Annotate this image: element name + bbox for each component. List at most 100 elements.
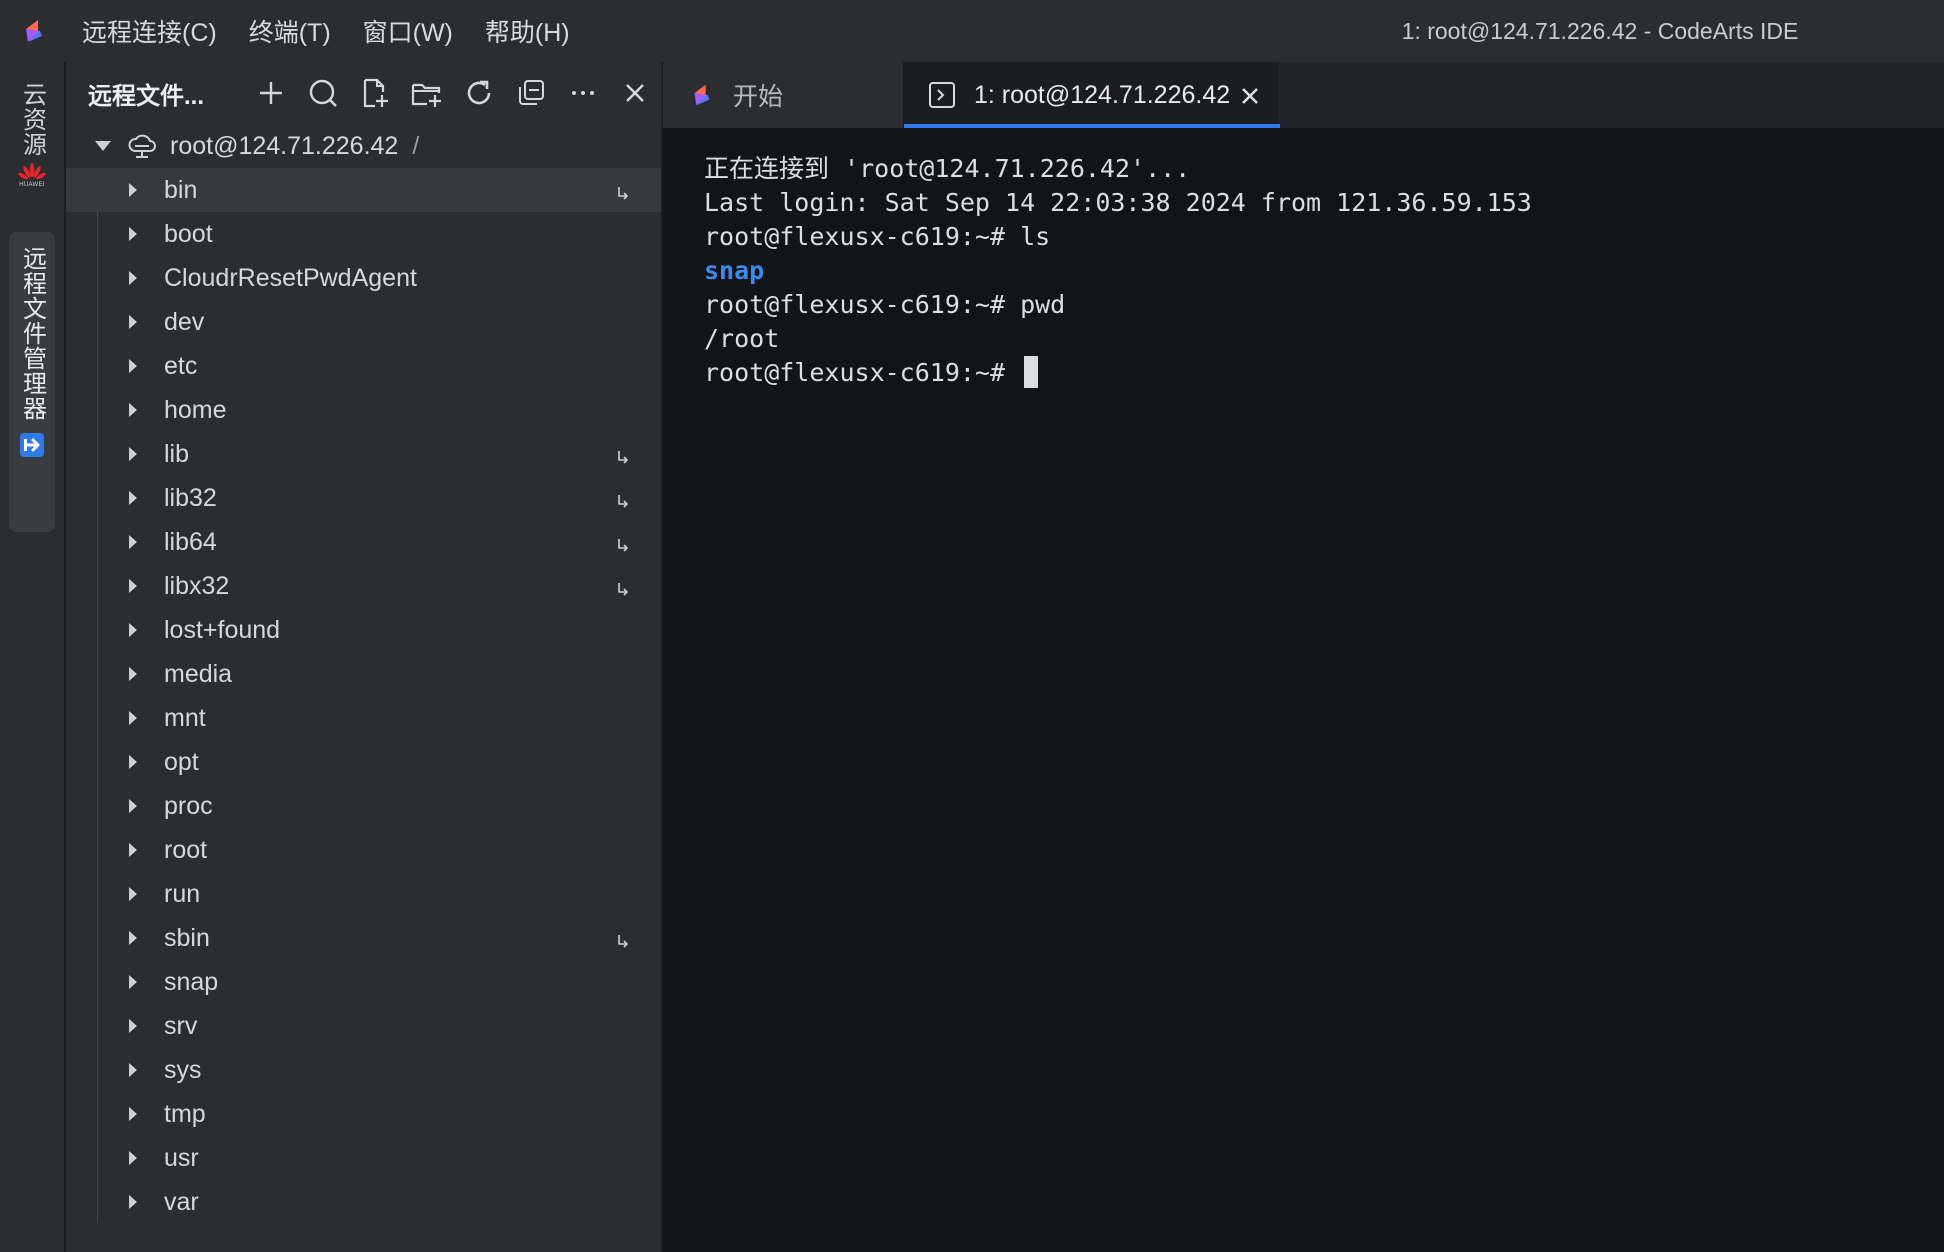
codearts-logo-icon: [687, 81, 715, 109]
caret-right-icon: [128, 314, 140, 330]
tree-item[interactable]: boot: [66, 212, 661, 256]
activity-cloud-resources[interactable]: 云资源 HUAWEI: [9, 78, 55, 218]
add-button[interactable]: [245, 70, 297, 116]
terminal-line: /root: [704, 322, 1944, 356]
tree-item[interactable]: lib32: [66, 476, 661, 520]
collapse-all-icon: [519, 80, 544, 105]
tree-item[interactable]: srv: [66, 1004, 661, 1048]
tree-item[interactable]: usr: [66, 1136, 661, 1180]
tree-item[interactable]: lib64: [66, 520, 661, 564]
more-actions-button[interactable]: [557, 70, 609, 116]
tree-item[interactable]: mnt: [66, 696, 661, 740]
tree-item[interactable]: proc: [66, 784, 661, 828]
tree-item-label: run: [164, 879, 201, 908]
tree-item[interactable]: var: [66, 1180, 661, 1224]
caret-right-icon: [128, 182, 140, 198]
tree-item[interactable]: libx32: [66, 564, 661, 608]
tree-item[interactable]: CloudrResetPwdAgent: [66, 256, 661, 300]
close-sidebar-button[interactable]: [609, 70, 661, 116]
tab-start[interactable]: 开始: [663, 62, 903, 128]
terminal-line: root@flexusx-c619:~#: [704, 356, 1944, 390]
caret-right-icon: [128, 666, 140, 682]
tree-item-label: bin: [164, 175, 198, 204]
tree-root-host[interactable]: root@124.71.226.42 /: [66, 124, 661, 168]
new-folder-button[interactable]: [401, 70, 453, 116]
activity-bar: 云资源 HUAWEI 远程文件管理器: [0, 62, 65, 1252]
tree-item[interactable]: dev: [66, 300, 661, 344]
tree-item-label: sys: [164, 1055, 202, 1084]
new-folder-icon: [411, 83, 441, 107]
plus-icon: [260, 82, 282, 104]
activity-remote-file-manager[interactable]: 远程文件管理器: [9, 232, 55, 532]
tab-terminal-label: 1: root@124.71.226.42: [974, 80, 1231, 109]
collapse-all-button[interactable]: [505, 70, 557, 116]
tree-item-label: usr: [164, 1143, 199, 1172]
caret-right-icon: [128, 886, 140, 902]
tree-item[interactable]: tmp: [66, 1092, 661, 1136]
tree-item-label: proc: [164, 791, 213, 820]
caret-right-icon: [128, 358, 140, 374]
tree-item[interactable]: bin: [66, 168, 661, 212]
tree-item[interactable]: lost+found: [66, 608, 661, 652]
tree-item[interactable]: etc: [66, 344, 661, 388]
menu-remote-connect[interactable]: 远程连接(C): [66, 0, 233, 62]
refresh-button[interactable]: [453, 70, 505, 116]
editor-tab-bar: 开始 1: root@124.71.226.42: [663, 62, 1944, 128]
tree-item-label: var: [164, 1187, 199, 1216]
tree-item-label: libx32: [164, 571, 230, 600]
tree-item[interactable]: run: [66, 872, 661, 916]
caret-right-icon: [128, 754, 140, 770]
codearts-logo-icon: [0, 0, 66, 62]
tree-item[interactable]: home: [66, 388, 661, 432]
caret-right-icon: [128, 446, 140, 462]
caret-right-icon: [128, 1106, 140, 1122]
tree-item-label: tmp: [164, 1099, 206, 1128]
search-icon: [309, 79, 337, 107]
caret-right-icon: [128, 1194, 140, 1210]
caret-right-icon: [128, 578, 140, 594]
terminal-text: root@flexusx-c619:~# ls: [704, 222, 1051, 251]
caret-right-icon: [128, 490, 140, 506]
tree-item-label: boot: [164, 219, 213, 248]
tree-item-label: lib32: [164, 483, 217, 512]
refresh-icon: [467, 80, 491, 105]
terminal-panel[interactable]: 正在连接到 'root@124.71.226.42'... Last login:…: [663, 128, 1944, 1252]
symlink-icon: [616, 928, 630, 957]
tree-item[interactable]: sys: [66, 1048, 661, 1092]
new-file-icon: [363, 78, 388, 108]
tab-terminal[interactable]: 1: root@124.71.226.42: [903, 62, 1280, 128]
search-button[interactable]: [297, 70, 349, 116]
menu-bar: 远程连接(C) 终端(T) 窗口(W) 帮助(H): [66, 0, 586, 62]
sidebar-title: 远程文件...: [88, 82, 205, 110]
tree-item[interactable]: opt: [66, 740, 661, 784]
symlink-icon: [616, 444, 630, 473]
tree-item[interactable]: root: [66, 828, 661, 872]
tree-item-label: lib64: [164, 527, 217, 556]
menu-window[interactable]: 窗口(W): [347, 0, 469, 62]
caret-right-icon: [128, 710, 140, 726]
tab-close-button[interactable]: [1240, 84, 1260, 113]
caret-right-icon: [128, 270, 140, 286]
menu-help[interactable]: 帮助(H): [469, 0, 586, 62]
symlink-icon: [616, 576, 630, 605]
tree-item[interactable]: lib: [66, 432, 661, 476]
terminal-text: root@flexusx-c619:~# pwd: [704, 290, 1066, 319]
tree-item-label: etc: [164, 351, 198, 380]
sidebar-toolbar: [245, 70, 661, 116]
tree-item[interactable]: media: [66, 652, 661, 696]
tree-item[interactable]: snap: [66, 960, 661, 1004]
tree-item[interactable]: sbin: [66, 916, 661, 960]
symlink-icon: [616, 532, 630, 561]
menu-terminal[interactable]: 终端(T): [233, 0, 347, 62]
remote-explorer-icon: [18, 431, 46, 464]
caret-right-icon: [128, 534, 140, 550]
terminal-line: 正在连接到 'root@124.71.226.42'...: [704, 152, 1944, 186]
terminal-line: Last login: Sat Sep 14 22:03:38 2024 fro…: [704, 186, 1944, 220]
terminal-icon: [928, 81, 956, 109]
tree-item-label: root: [164, 835, 208, 864]
new-file-button[interactable]: [349, 70, 401, 116]
caret-down-icon: [95, 141, 111, 151]
tree-item-label: home: [164, 395, 227, 424]
tree-item-label: lib: [164, 439, 190, 468]
cloud-server-icon: [128, 134, 156, 158]
